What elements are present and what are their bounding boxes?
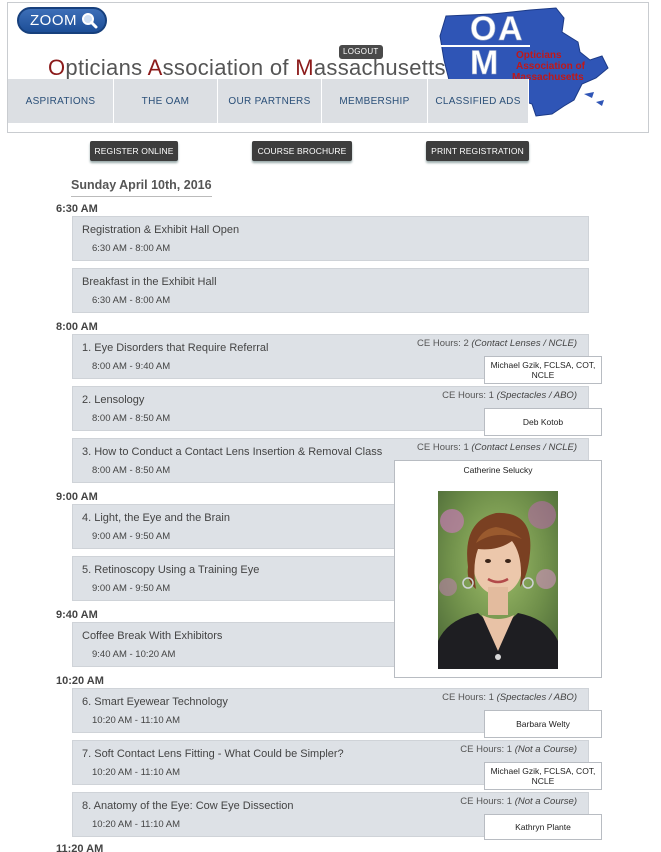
session-time: 9:40 AM - 10:20 AM [92,649,176,660]
time-label: 6:30 AM [56,203,98,215]
nav-membership[interactable]: MEMBERSHIP [322,79,428,123]
ce-hours: CE Hours: 1 (Spectacles / ABO) [442,692,577,703]
nav-our-partners[interactable]: OUR PARTNERS [218,79,322,123]
ce-hours-value: CE Hours: 2 [417,338,469,349]
logo-letter-m: M [470,44,498,82]
session-title: 2. Lensology [82,394,145,406]
ce-category: (Not a Course) [514,744,577,755]
session-time: 8:00 AM - 9:40 AM [92,361,171,372]
ce-hours: CE Hours: 1 (Not a Course) [460,796,577,807]
session-card[interactable]: Registration & Exhibit Hall Open 6:30 AM… [72,216,589,261]
ce-hours-value: CE Hours: 1 [442,692,494,703]
logo-letter-o: O [470,10,496,48]
ce-category: (Contact Lenses / NCLE) [471,442,577,453]
ce-hours-value: CE Hours: 1 [460,796,513,807]
session-time: 10:20 AM - 11:10 AM [92,767,181,778]
session-time: 6:30 AM - 8:00 AM [92,243,171,254]
session-title: 3. How to Conduct a Contact Lens Inserti… [82,446,383,458]
speaker-label[interactable]: Kathryn Plante [484,814,602,840]
site-header: ZOOM LOGOUT Opticians Association of Mas… [7,2,649,133]
session-title: 1. Eye Disorders that Require Referral [82,342,269,354]
session-title: Breakfast in the Exhibit Hall [82,276,217,288]
ce-hours: CE Hours: 1 (Spectacles / ABO) [442,390,577,401]
ce-hours: CE Hours: 1 (Contact Lenses / NCLE) [417,442,577,453]
ce-category: (Not a Course) [514,796,577,807]
session-title: Coffee Break With Exhibitors [82,630,223,642]
session-time: 8:00 AM - 8:50 AM [92,413,171,424]
ce-hours: CE Hours: 2 (Contact Lenses / NCLE) [417,338,577,349]
session-title: 7. Soft Contact Lens Fitting - What Coul… [82,748,344,760]
nav-classified-ads[interactable]: CLASSIFIED ADS [428,79,529,123]
course-brochure-button[interactable]: COURSE BROCHURE [252,141,352,161]
time-label: 8:00 AM [56,321,98,333]
ce-category: (Spectacles / ABO) [496,692,577,703]
schedule-date: Sunday April 10th, 2016 [71,178,212,197]
zoom-button[interactable]: ZOOM [17,7,107,34]
title-part: ssociation of [162,55,296,80]
session-title: Registration & Exhibit Hall Open [82,224,240,236]
session-time: 6:30 AM - 8:00 AM [92,295,171,306]
ce-hours-value: CE Hours: 1 [442,390,494,401]
ce-hours: CE Hours: 1 (Not a Course) [460,744,577,755]
nav-the-oam[interactable]: THE OAM [114,79,218,123]
ce-hours-value: CE Hours: 1 [417,442,469,453]
logo-text-1: Opticians [516,50,562,61]
session-title: 8. Anatomy of the Eye: Cow Eye Dissectio… [82,800,294,812]
speaker-label[interactable]: Barbara Welty [484,710,602,738]
time-label: 9:40 AM [56,609,98,621]
time-label: 9:00 AM [56,491,98,503]
speaker-photo [438,491,558,669]
title-part: pticians [65,55,148,80]
time-label: 10:20 AM [56,675,104,687]
session-time: 9:00 AM - 9:50 AM [92,531,171,542]
time-label: 11:20 AM [56,843,104,852]
session-time: 10:20 AM - 11:10 AM [92,819,181,830]
ce-category: (Contact Lenses / NCLE) [471,338,577,349]
print-registration-button[interactable]: PRINT REGISTRATION [426,141,529,161]
logo-letter-a: A [498,10,523,48]
session-title: 6. Smart Eyewear Technology [82,696,228,708]
main-nav: ASPIRATIONS THE OAM OUR PARTNERS MEMBERS… [8,79,529,123]
zoom-label: ZOOM [30,12,77,29]
title-letter: A [147,55,163,80]
session-card[interactable]: Breakfast in the Exhibit Hall 6:30 AM - … [72,268,589,313]
session-title: 5. Retinoscopy Using a Training Eye [82,564,260,576]
logo-text-2: Association of [516,61,586,72]
register-online-button[interactable]: REGISTER ONLINE [90,141,178,161]
title-letter: O [48,55,66,80]
session-time: 8:00 AM - 8:50 AM [92,465,171,476]
speaker-label[interactable]: Michael Gzik, FCLSA, COT, NCLE [484,762,602,790]
popup-speaker-name: Catherine Selucky [463,465,533,475]
title-letter: M [295,55,314,80]
ce-hours-value: CE Hours: 1 [460,744,513,755]
speaker-label[interactable]: Michael Gzik, FCLSA, COT, NCLE [484,356,602,384]
magnifier-icon [82,13,98,29]
speaker-label[interactable]: Deb Kotob [484,408,602,436]
speaker-popup: Catherine Selucky [394,460,602,678]
nav-aspirations[interactable]: ASPIRATIONS [8,79,114,123]
site-title[interactable]: Opticians Association of Massachusetts [48,55,446,81]
ce-category: (Spectacles / ABO) [496,390,577,401]
session-time: 10:20 AM - 11:10 AM [92,715,181,726]
session-time: 9:00 AM - 9:50 AM [92,583,171,594]
session-title: 4. Light, the Eye and the Brain [82,512,230,524]
title-part: assachusetts [313,55,446,80]
